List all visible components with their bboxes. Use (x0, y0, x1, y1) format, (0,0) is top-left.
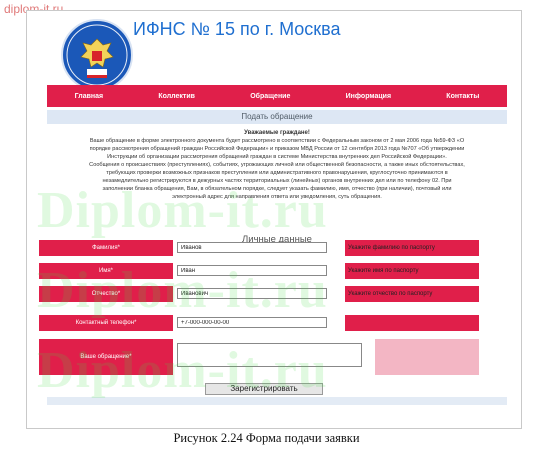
figure-caption: Рисунок 2.24 Форма подачи заявки (173, 431, 360, 445)
register-button[interactable]: Зарегистрировать (205, 383, 323, 395)
phone-input[interactable] (177, 317, 327, 328)
notice-greeting: Уважаемые граждане! (244, 130, 310, 136)
notice-line: Ваше обращение в форме электронного доку… (89, 138, 465, 144)
surname-label: Фамилия* (39, 240, 173, 256)
form-footer-bar (47, 397, 507, 405)
nav-item-info[interactable]: Информация (346, 93, 391, 100)
name-label: Имя* (39, 263, 173, 279)
patronymic-label: Отчество* (39, 286, 173, 302)
surname-hint: Укажите фамилию по паспорту (345, 240, 479, 256)
notice-line: Сообщения о происшествиях (преступлениях… (89, 162, 465, 168)
notice-line: требующих проверки возможных признаков п… (106, 170, 448, 176)
phone-label: Контактный телефон* (39, 315, 173, 331)
patronymic-input[interactable] (177, 288, 327, 299)
main-nav: Главная Коллектив Обращение Информация К… (47, 85, 507, 107)
message-textarea[interactable] (177, 343, 362, 367)
message-hint-empty (375, 339, 479, 375)
nav-item-appeal[interactable]: Обращение (250, 93, 290, 100)
fns-emblem-logo (61, 19, 133, 91)
nav-item-home[interactable]: Главная (75, 93, 103, 100)
message-label: Ваше обращение* (39, 339, 173, 375)
nav-item-team[interactable]: Коллектив (158, 93, 195, 100)
phone-hint-empty (345, 315, 479, 331)
name-hint: Укажите имя по паспорту (345, 263, 479, 279)
section-title: Подать обращение (47, 110, 507, 124)
notice-line: заполнении бланка обращения, Вам, в обяз… (102, 186, 452, 192)
name-input[interactable] (177, 265, 327, 276)
surname-input[interactable] (177, 242, 327, 253)
notice-text: Уважаемые граждане! Ваше обращение в фор… (47, 129, 507, 201)
page-title: ИФНС № 15 по г. Москва (133, 19, 341, 39)
screenshot-frame: ИФНС № 15 по г. Москва Главная Коллектив… (26, 10, 522, 429)
nav-item-contacts[interactable]: Контакты (446, 93, 479, 100)
notice-line: Инструкции об организации рассмотрения о… (107, 154, 447, 160)
patronymic-hint: Укажите отчество по паспорту (345, 286, 479, 302)
eagle-emblem-icon (66, 24, 128, 86)
notice-line: незамедлительно регистрируются в дежурны… (102, 178, 452, 184)
notice-line: порядке рассмотрения обращений граждан Р… (89, 146, 465, 152)
notice-line: электронный адрес для направления ответа… (172, 194, 382, 200)
